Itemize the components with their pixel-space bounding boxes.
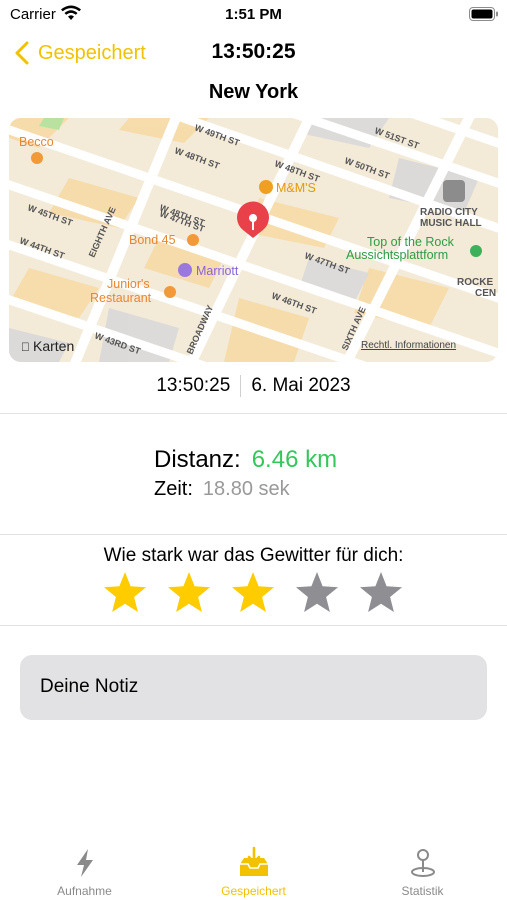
divider [0, 534, 507, 535]
distance-value: 6.46 km [251, 446, 338, 473]
map-pin-icon [410, 849, 435, 877]
tab-aufnahme[interactable]: Aufnahme [0, 836, 169, 900]
poi-juniors: Junior's [107, 277, 150, 291]
map-view[interactable]: W 49TH ST W 48TH ST W 48TH ST W 48TH ST … [9, 118, 498, 362]
landmark-icon [443, 180, 465, 202]
separator [240, 375, 242, 397]
duration-value: 18.80 sek [202, 478, 290, 500]
restaurant-icon [164, 286, 176, 298]
duration-label: Zeit: [154, 478, 193, 500]
distance-row: Distanz: 6.46 km [154, 446, 337, 474]
map-attribution: Karten [33, 338, 74, 354]
note-placeholder: Deine Notiz [40, 676, 139, 697]
tab-gespeichert[interactable]: Gespeichert [169, 836, 338, 900]
poi-mms: M&M'S [276, 181, 316, 195]
tab-label: Aufnahme [57, 884, 112, 898]
tray-download-icon [239, 846, 268, 876]
hotel-icon [178, 263, 192, 277]
divider [0, 625, 507, 626]
tab-label: Gespeichert [221, 884, 286, 898]
shop-icon [259, 180, 273, 194]
divider [0, 413, 507, 414]
star-icon-1[interactable] [102, 570, 148, 616]
record-datetime: 13:50:25 6. Mai 2023 [0, 372, 507, 400]
map-canvas: W 49TH ST W 48TH ST W 48TH ST W 48TH ST … [9, 118, 498, 362]
poi-bond45: Bond 45 [129, 233, 176, 247]
poi-marriott: Marriott [196, 264, 239, 278]
restaurant-icon [31, 152, 43, 164]
poi-radio-city-2: MUSIC HALL [420, 218, 482, 229]
park-icon [470, 245, 482, 257]
restaurant-icon [187, 234, 199, 246]
apple-logo-icon:  [21, 340, 30, 354]
star-rating [102, 570, 404, 616]
poi-top-of-the-rock: Top of the Rock [367, 235, 455, 249]
record-date: 6. Mai 2023 [251, 375, 351, 396]
star-icon-5[interactable] [358, 570, 404, 616]
record-time: 13:50:25 [156, 375, 231, 396]
tab-statistik[interactable]: Statistik [338, 836, 507, 900]
poi-juniors-2: Restaurant [90, 291, 152, 305]
legal-link[interactable]: Rechtl. Informationen [361, 340, 456, 351]
tab-label: Statistik [401, 884, 444, 898]
location-title: New York [208, 81, 299, 103]
note-field[interactable]: Deine Notiz [20, 655, 487, 720]
rating-question: Wie stark war das Gewitter für dich: [103, 545, 404, 566]
status-time: 1:51 PM [225, 6, 282, 23]
duration-row: Zeit: 18.80 sek [154, 478, 290, 501]
star-icon-2[interactable] [166, 570, 212, 616]
poi-radio-city: RADIO CITY [420, 207, 478, 218]
poi-rockefeller-2: CEN [475, 288, 496, 299]
poi-becco: Becco [19, 135, 54, 149]
poi-rockefeller: ROCKE [457, 277, 493, 288]
status-bar: Carrier 1:51 PM [0, 0, 507, 30]
bolt-icon [76, 849, 93, 877]
star-icon-4[interactable] [294, 570, 340, 616]
distance-label: Distanz: [154, 446, 241, 473]
star-icon-3[interactable] [230, 570, 276, 616]
battery-icon [469, 7, 498, 21]
tab-bar: Aufnahme Gespeichert Statistik [0, 836, 507, 900]
poi-top-of-the-rock-2: Aussichtsplattform [346, 248, 448, 262]
page-title: 13:50:25 [211, 40, 296, 63]
